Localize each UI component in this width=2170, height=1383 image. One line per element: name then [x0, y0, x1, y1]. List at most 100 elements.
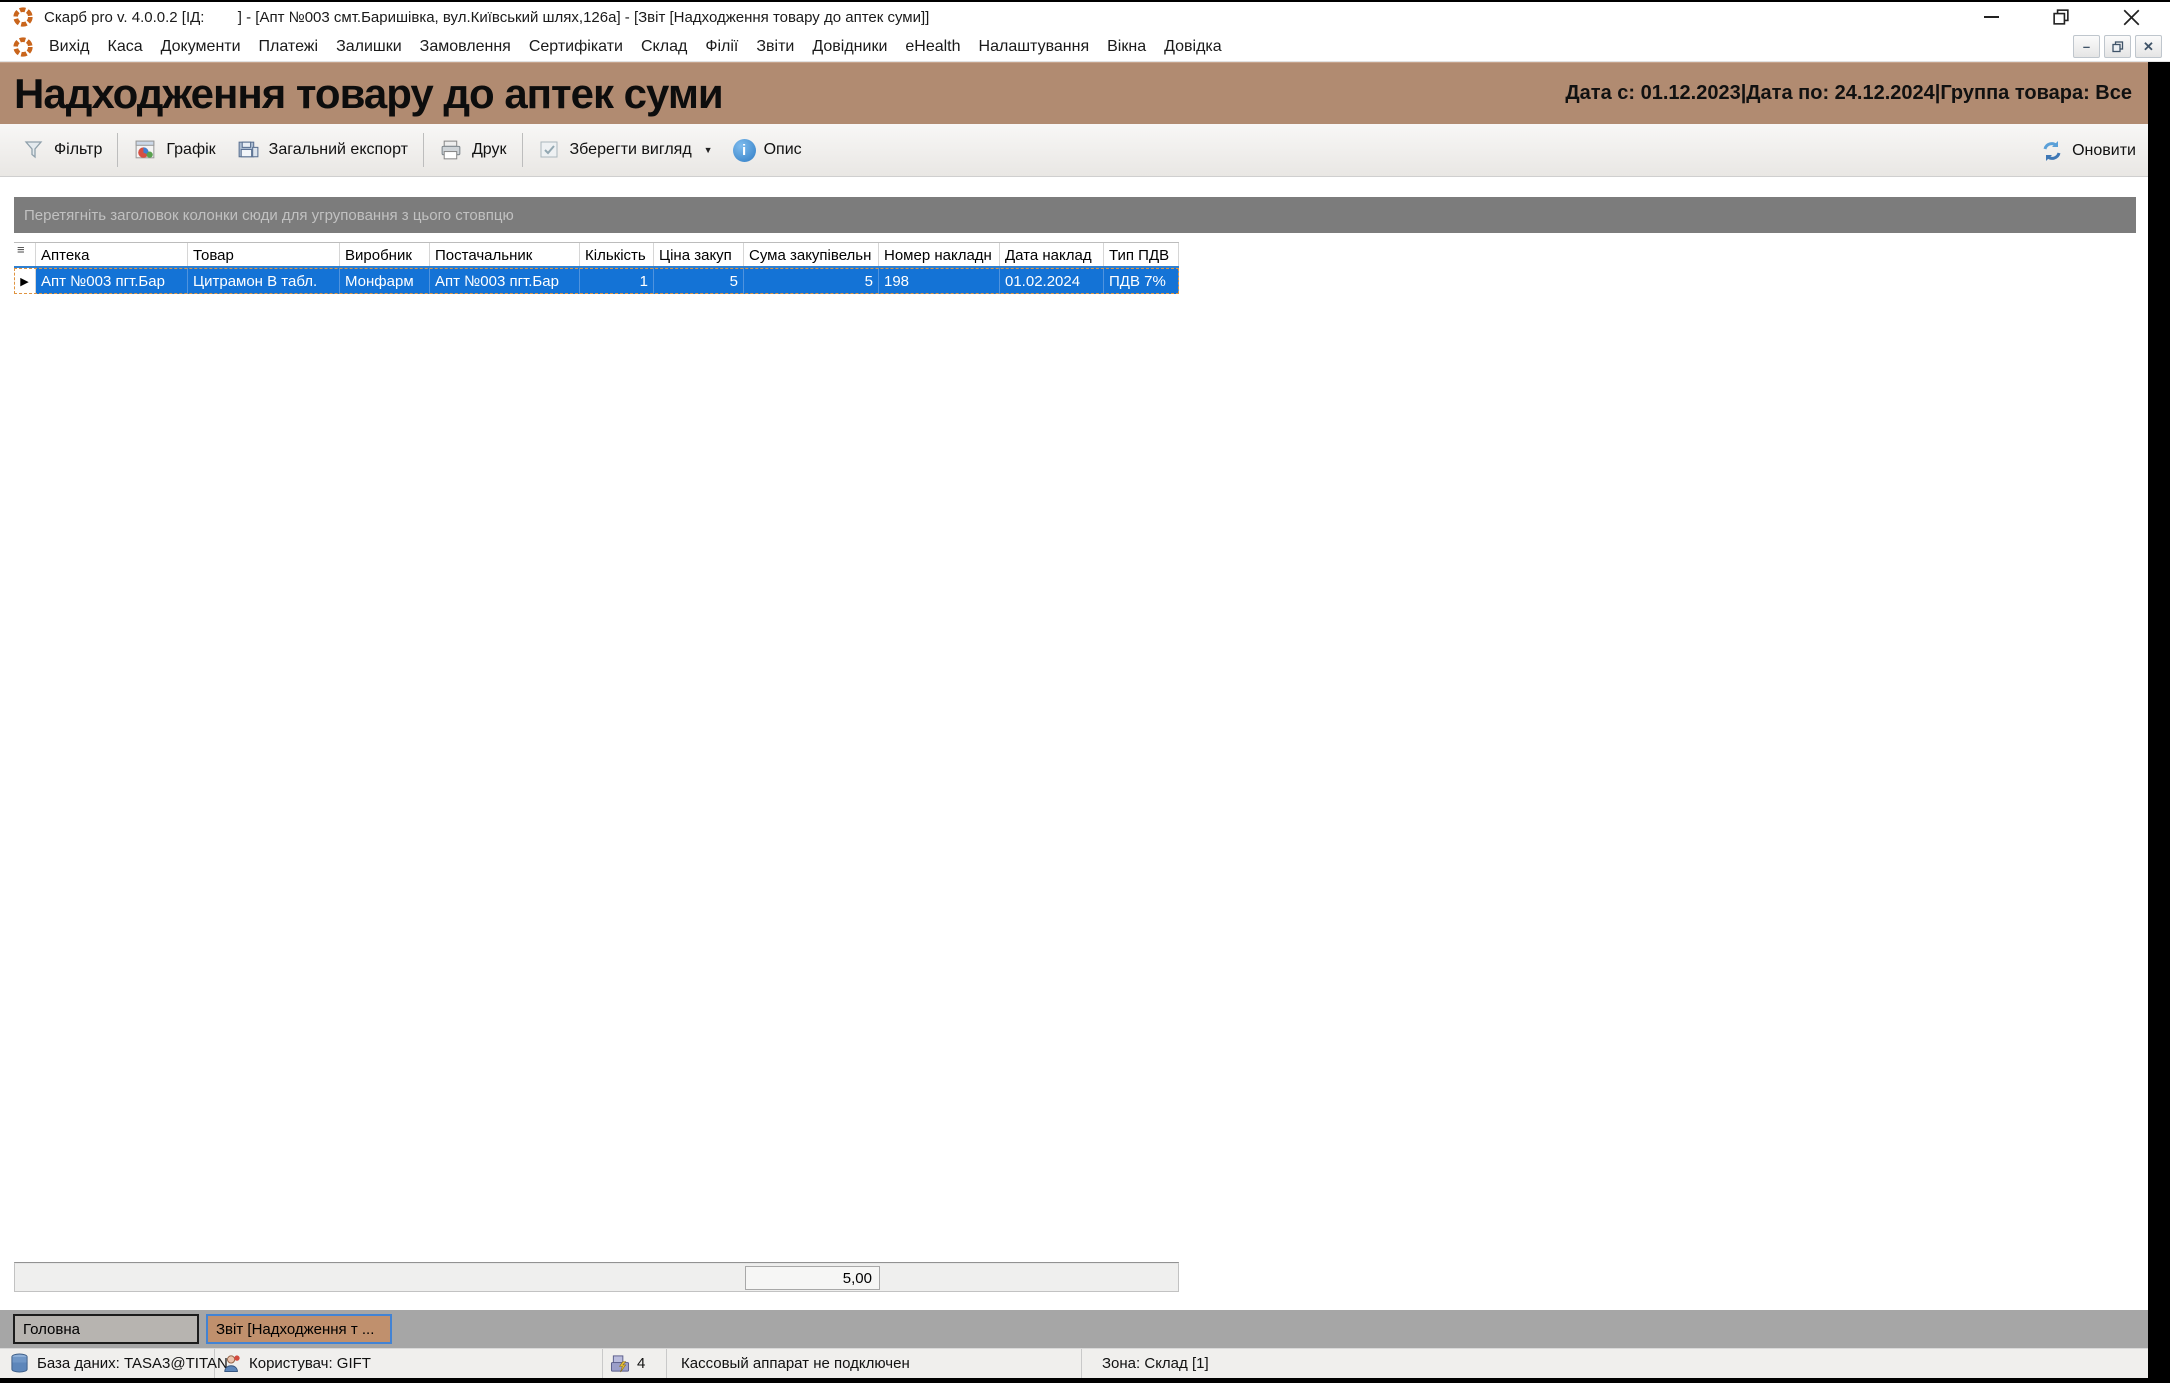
- menu-bar: Вихід Каса Документи Платежі Залишки Зам…: [0, 32, 2170, 62]
- tab-main-label: Головна: [23, 1321, 80, 1338]
- status-zone-label: Зона: Склад [1]: [1102, 1355, 1209, 1372]
- refresh-button-label: Оновити: [2072, 142, 2136, 160]
- table-row-selected[interactable]: ▶ Апт №003 пгт.Бар Цитрамон В табл. Монф…: [14, 268, 1179, 294]
- report-header: Надходження товару до аптек суми Дата с:…: [0, 62, 2148, 124]
- report-title: Надходження товару до аптек суми: [14, 70, 723, 118]
- minimize-icon: [1984, 16, 1999, 18]
- status-bar: База даних: TASA3@TITAN Користувач: GIFT…: [0, 1348, 2148, 1378]
- cell-manufacturer[interactable]: Монфарм: [340, 268, 430, 294]
- mdi-restore-button[interactable]: [2104, 35, 2131, 58]
- report-content-area: Перетягніть заголовок колонки сюди для у…: [0, 177, 2148, 1310]
- status-user: Користувач: GIFT: [215, 1349, 603, 1378]
- menu-item-payments[interactable]: Платежі: [250, 38, 328, 56]
- close-icon: [2123, 9, 2140, 26]
- save-view-button-label: Зберегти вигляд: [570, 141, 692, 159]
- status-database: База даних: TASA3@TITAN: [0, 1349, 215, 1378]
- mdi-close-button[interactable]: ✕: [2135, 35, 2162, 58]
- print-button[interactable]: Друк: [429, 130, 517, 170]
- status-user-label: Користувач: GIFT: [249, 1355, 371, 1372]
- save-view-button[interactable]: Зберегти вигляд ▼: [528, 130, 723, 170]
- mdi-minimize-button[interactable]: –: [2073, 35, 2100, 58]
- cell-pharmacy[interactable]: Апт №003 пгт.Бар: [36, 268, 188, 294]
- app-logo-icon: [12, 36, 34, 58]
- status-cash-count-label: 4: [637, 1355, 645, 1372]
- menu-item-documents[interactable]: Документи: [152, 38, 250, 56]
- cell-product[interactable]: Цитрамон В табл.: [188, 268, 340, 294]
- export-button-label: Загальний експорт: [269, 141, 408, 159]
- report-filter-summary: Дата с: 01.12.2023|Дата по: 24.12.2024|Г…: [1565, 82, 2132, 105]
- status-zone: Зона: Склад [1]: [1082, 1349, 2148, 1378]
- description-button[interactable]: i Опис: [723, 130, 812, 170]
- menu-item-ehealth[interactable]: eHealth: [896, 38, 969, 56]
- chevron-down-icon[interactable]: ▼: [704, 145, 713, 155]
- minimize-icon: –: [2083, 40, 2090, 53]
- chart-button[interactable]: Графік: [123, 130, 225, 170]
- cell-quantity[interactable]: 1: [580, 268, 654, 294]
- toolbar-separator: [117, 133, 118, 167]
- print-button-label: Друк: [472, 141, 507, 159]
- menu-item-reports[interactable]: Звіти: [747, 38, 803, 56]
- column-header-invoice-number[interactable]: Номер накладн: [879, 243, 1000, 266]
- description-button-label: Опис: [764, 141, 802, 159]
- toolbar-separator: [423, 133, 424, 167]
- chart-icon: [133, 138, 158, 163]
- refresh-icon: [2040, 139, 2064, 163]
- restore-icon: [2053, 9, 2069, 25]
- column-header-invoice-date[interactable]: Дата наклад: [1000, 243, 1104, 266]
- group-by-hint: Перетягніть заголовок колонки сюди для у…: [24, 207, 514, 224]
- info-icon: i: [733, 139, 756, 162]
- grid-corner-cell: ≡: [14, 243, 36, 266]
- column-header-product[interactable]: Товар: [188, 243, 340, 266]
- status-database-label: База даних: TASA3@TITAN: [37, 1355, 228, 1372]
- menu-item-orders[interactable]: Замовлення: [411, 38, 520, 56]
- restore-button[interactable]: [2042, 2, 2080, 32]
- menu-item-certificates[interactable]: Сертифікати: [520, 38, 632, 56]
- menu-item-help[interactable]: Довідка: [1155, 38, 1231, 56]
- window-title: Скарб pro v. 4.0.0.2 [ІД: ] - [Апт №003 …: [44, 9, 929, 26]
- export-icon: [236, 138, 261, 163]
- cell-supplier[interactable]: Апт №003 пгт.Бар: [430, 268, 580, 294]
- data-grid: ≡ Аптека Товар Виробник Постачальник Кіл…: [14, 242, 1179, 294]
- restore-icon: [2112, 41, 2124, 53]
- title-bar: Скарб pro v. 4.0.0.2 [ІД: ] - [Апт №003 …: [0, 2, 2170, 32]
- toolbar-separator: [522, 133, 523, 167]
- menu-item-branches[interactable]: Філії: [696, 38, 747, 56]
- grid-header-row: ≡ Аптека Товар Виробник Постачальник Кіл…: [14, 242, 1179, 268]
- export-button[interactable]: Загальний експорт: [226, 130, 418, 170]
- cell-invoice-number[interactable]: 198: [879, 268, 1000, 294]
- column-header-manufacturer[interactable]: Виробник: [340, 243, 430, 266]
- close-button[interactable]: [2112, 2, 2150, 32]
- tab-report-active[interactable]: Звіт [Надходження т ...: [206, 1314, 392, 1344]
- bottom-tab-bar: Головна Звіт [Надходження т ...: [0, 1310, 2148, 1348]
- cell-purchase-price[interactable]: 5: [654, 268, 744, 294]
- column-header-purchase-price[interactable]: Ціна закуп: [654, 243, 744, 266]
- menu-item-stock[interactable]: Залишки: [327, 38, 411, 56]
- menu-item-windows[interactable]: Вікна: [1098, 38, 1155, 56]
- group-by-panel[interactable]: Перетягніть заголовок колонки сюди для у…: [14, 197, 2136, 233]
- menu-item-settings[interactable]: Налаштування: [970, 38, 1099, 56]
- user-icon: [223, 1353, 241, 1374]
- column-header-vat-type[interactable]: Тип ПДВ: [1104, 243, 1179, 266]
- menu-item-warehouse[interactable]: Склад: [632, 38, 696, 56]
- tab-main[interactable]: Головна: [13, 1314, 199, 1344]
- grid-summary-footer: 5,00: [14, 1262, 1179, 1292]
- minimize-button[interactable]: [1972, 2, 2010, 32]
- close-icon: ✕: [2143, 40, 2154, 53]
- cell-purchase-sum[interactable]: 5: [744, 268, 879, 294]
- cell-vat-type[interactable]: ПДВ 7%: [1104, 268, 1179, 294]
- menu-item-exit[interactable]: Вихід: [40, 38, 99, 56]
- row-indicator-icon: ▶: [14, 268, 36, 294]
- status-cash-register-label: Кассовый аппарат не подключен: [681, 1355, 910, 1372]
- refresh-button[interactable]: Оновити: [2040, 124, 2136, 177]
- column-header-supplier[interactable]: Постачальник: [430, 243, 580, 266]
- menu-item-kasa[interactable]: Каса: [99, 38, 152, 56]
- status-cash-count: 4: [603, 1349, 667, 1378]
- column-header-quantity[interactable]: Кількість: [580, 243, 654, 266]
- menu-item-directories[interactable]: Довідники: [803, 38, 896, 56]
- column-header-purchase-sum[interactable]: Сума закупівельн: [744, 243, 879, 266]
- filter-button[interactable]: Фільтр: [12, 130, 112, 170]
- database-icon: [10, 1353, 29, 1374]
- cell-invoice-date[interactable]: 01.02.2024: [1000, 268, 1104, 294]
- mdi-window-controls: – ✕: [2073, 35, 2162, 58]
- column-header-pharmacy[interactable]: Аптека: [36, 243, 188, 266]
